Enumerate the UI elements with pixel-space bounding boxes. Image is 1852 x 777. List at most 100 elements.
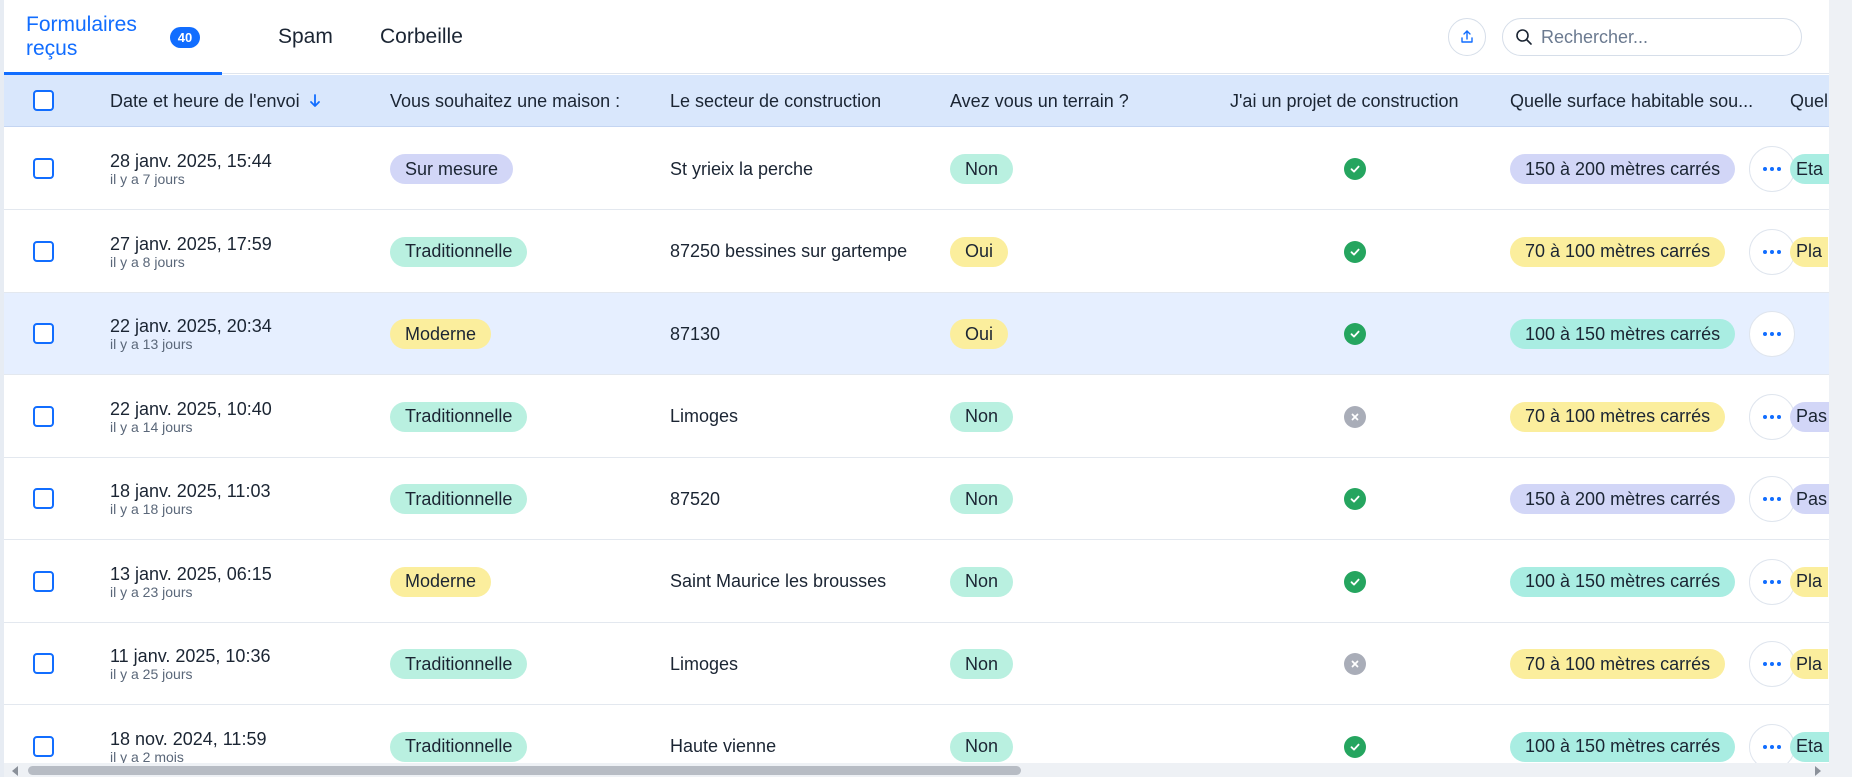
export-button[interactable] xyxy=(1448,18,1486,56)
table-row[interactable]: 13 janv. 2025, 06:15 il y a 23 jours Moder… xyxy=(4,540,1829,623)
arrow-down-icon[interactable] xyxy=(308,93,322,109)
submission-date: 18 janv. 2025, 11:03 xyxy=(110,481,271,501)
tab-label: Spam xyxy=(278,25,333,48)
table-row[interactable]: 22 janv. 2025, 10:40 il y a 14 jours Tradi… xyxy=(4,375,1829,458)
maison-tag: Traditionnelle xyxy=(390,484,528,514)
secteur-cell: 87520 xyxy=(670,458,720,540)
table-row[interactable]: 22 janv. 2025, 20:34 il y a 13 jours Moder… xyxy=(4,293,1829,375)
more-actions-button[interactable] xyxy=(1749,558,1795,605)
ellipsis-dot xyxy=(1777,167,1781,171)
table-row[interactable]: 18 janv. 2025, 11:03 il y a 18 jours Tradi… xyxy=(4,458,1829,540)
ellipsis-dot xyxy=(1770,744,1774,749)
terrain-cell: Non xyxy=(950,458,1014,540)
surface-tag: 100 à 150 mètres carrés xyxy=(1510,566,1736,597)
table-row[interactable]: 27 janv. 2025, 17:59 il y a 8 jours Tradit… xyxy=(4,210,1829,293)
secteur-text: Limoges xyxy=(670,406,739,426)
column-header-secteur[interactable]: Le secteur de construction xyxy=(670,75,881,127)
maison-tag: Traditionnelle xyxy=(390,649,528,679)
column-header-maison[interactable]: Vous souhaitez une maison : xyxy=(390,75,620,127)
maison-tag: Traditionnelle xyxy=(390,401,528,432)
next-column-cell: Pla xyxy=(1790,541,1829,623)
column-header-surface[interactable]: Quelle surface habitable sou... xyxy=(1510,75,1753,127)
row-checkbox[interactable] xyxy=(33,240,54,262)
relative-time: il y a 25 jours xyxy=(110,666,193,682)
relative-time: il y a 8 jours xyxy=(110,253,185,270)
column-header-projet[interactable]: J'ai un projet de construction xyxy=(1230,75,1459,127)
table-row[interactable]: 28 janv. 2025, 15:44 il y a 7 jours Sur me… xyxy=(4,128,1829,210)
submission-date: 11 janv. 2025, 10:36 xyxy=(110,646,271,666)
search-icon xyxy=(1516,29,1532,45)
row-checkbox[interactable] xyxy=(33,735,54,757)
submission-date: 22 janv. 2025, 20:34 xyxy=(110,316,272,336)
tab-received-forms[interactable]: Formulaires reçus 40 xyxy=(4,0,222,75)
more-actions-button[interactable] xyxy=(1749,393,1795,440)
column-header-terrain[interactable]: Avez vous un terrain ? xyxy=(950,75,1129,127)
ellipsis-dot xyxy=(1777,579,1781,584)
scroll-left-icon[interactable] xyxy=(12,766,18,776)
maison-tag: Moderne xyxy=(390,319,492,349)
select-all-checkbox[interactable] xyxy=(33,90,54,111)
check-circle-icon xyxy=(1344,240,1366,263)
surface-cell: 70 à 100 mètres carrés xyxy=(1510,376,1726,458)
x-circle-icon xyxy=(1344,653,1366,675)
tab-trash[interactable]: Corbeille xyxy=(380,0,463,74)
more-actions-button[interactable] xyxy=(1749,476,1795,522)
row-checkbox[interactable] xyxy=(33,653,54,674)
next-column-tag: Pas xyxy=(1790,484,1829,514)
more-actions-button[interactable] xyxy=(1749,641,1795,687)
tab-bar: Formulaires reçus 40 Spam Corbeille xyxy=(4,0,1829,75)
terrain-cell: Non xyxy=(950,376,1014,458)
next-column-cell: Pla xyxy=(1790,623,1829,705)
maison-cell: Traditionnelle xyxy=(390,458,528,540)
terrain-tag: Oui xyxy=(950,236,1009,267)
row-checkbox[interactable] xyxy=(33,323,54,344)
maison-tag: Traditionnelle xyxy=(390,731,528,762)
horizontal-scrollbar[interactable] xyxy=(4,763,1829,777)
next-column-cell: Pas xyxy=(1790,458,1829,540)
ellipsis-dot xyxy=(1770,332,1774,336)
tab-label: Corbeille xyxy=(380,25,463,48)
column-header-date[interactable]: Date et heure de l'envoi xyxy=(110,75,322,127)
ellipsis-icon xyxy=(1763,414,1767,419)
column-header-next[interactable]: Quel xyxy=(1790,75,1828,127)
ellipsis-dot xyxy=(1770,167,1774,171)
ellipsis-dot xyxy=(1777,744,1781,749)
terrain-cell: Non xyxy=(950,128,1014,210)
tab-spam[interactable]: Spam xyxy=(278,0,333,74)
terrain-tag: Oui xyxy=(950,319,1009,349)
next-column-cell: Pla xyxy=(1790,211,1829,293)
row-checkbox[interactable] xyxy=(33,158,54,179)
more-actions-button[interactable] xyxy=(1749,228,1795,275)
check-circle-icon xyxy=(1344,323,1366,345)
submissions-page: Formulaires reçus 40 Spam Corbeille Dat xyxy=(0,0,1829,777)
next-column-tag: Eta xyxy=(1790,731,1829,762)
ellipsis-icon xyxy=(1763,332,1767,336)
surface-cell: 70 à 100 mètres carrés xyxy=(1510,623,1726,705)
secteur-text: 87250 bessines sur gartempe xyxy=(670,241,908,261)
ellipsis-icon xyxy=(1763,497,1767,501)
projet-cell xyxy=(1344,376,1366,458)
row-checkbox[interactable] xyxy=(33,488,54,509)
search-input[interactable] xyxy=(1541,26,1791,48)
ellipsis-dot xyxy=(1777,662,1781,666)
date-cell: 28 janv. 2025, 15:44 il y a 7 jours xyxy=(110,128,272,210)
table-header: Date et heure de l'envoi Vous souhaitez … xyxy=(4,75,1829,127)
terrain-tag: Non xyxy=(950,484,1014,514)
terrain-tag: Non xyxy=(950,731,1014,762)
secteur-cell: St yrieix la perche xyxy=(670,128,813,210)
row-checkbox[interactable] xyxy=(33,570,54,592)
scrollbar-thumb[interactable] xyxy=(28,766,1021,775)
search-field[interactable] xyxy=(1502,18,1802,56)
next-column-cell: Eta xyxy=(1790,128,1829,210)
scroll-right-icon[interactable] xyxy=(1815,766,1821,776)
secteur-cell: Limoges xyxy=(670,623,738,705)
terrain-cell: Oui xyxy=(950,211,1009,293)
surface-tag: 100 à 150 mètres carrés xyxy=(1510,319,1736,349)
upload-icon xyxy=(1461,30,1473,43)
more-actions-button[interactable] xyxy=(1749,146,1795,192)
more-actions-button[interactable] xyxy=(1749,311,1795,357)
table-row[interactable]: 11 janv. 2025, 10:36 il y a 25 jours Tradi… xyxy=(4,623,1829,705)
next-column-tag: Pla xyxy=(1790,236,1829,267)
row-checkbox[interactable] xyxy=(33,405,54,427)
next-column-tag: Pla xyxy=(1790,649,1829,679)
